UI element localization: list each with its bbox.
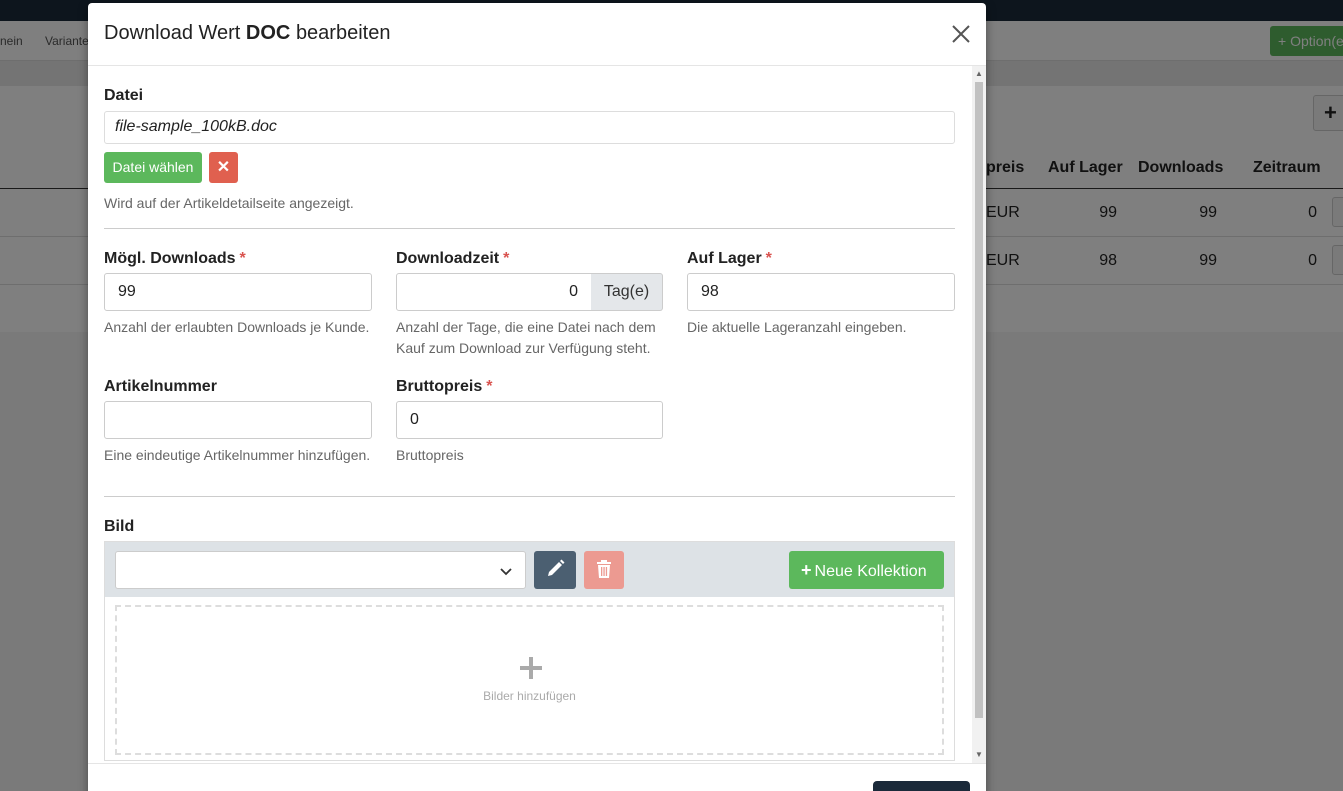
modal-body: Datei file-sample_100kB.doc Datei wählen… bbox=[88, 66, 986, 763]
downloadzeit-help-line1: Anzahl der Tage, die eine Datei nach dem bbox=[396, 319, 656, 335]
download-days-input[interactable] bbox=[396, 273, 592, 311]
edit-collection-button[interactable] bbox=[534, 551, 576, 589]
new-collection-button[interactable]: + Neue Kollektion bbox=[789, 551, 944, 589]
pencil-icon bbox=[548, 559, 565, 576]
bild-label: Bild bbox=[104, 518, 135, 535]
choose-file-button[interactable]: Datei wählen bbox=[104, 152, 202, 183]
scroll-up-arrow[interactable]: ▲ bbox=[975, 70, 983, 78]
image-collection-toolbar: + Neue Kollektion bbox=[105, 542, 954, 597]
required-marker: * bbox=[239, 250, 246, 267]
plus-icon bbox=[520, 657, 542, 679]
modal-title: Download Wert DOC bearbeiten bbox=[104, 22, 390, 45]
artikelnummer-help: Eine eindeutige Artikelnummer hinzufügen… bbox=[104, 447, 371, 463]
edit-download-modal: Download Wert DOC bearbeiten Datei file-… bbox=[88, 3, 986, 791]
collection-select[interactable] bbox=[115, 551, 526, 589]
lager-label: Auf Lager * bbox=[687, 250, 772, 268]
bruttopreis-label-text: Bruttopreis bbox=[396, 378, 483, 395]
required-marker: * bbox=[503, 250, 510, 267]
article-number-input[interactable] bbox=[104, 401, 372, 439]
downloadzeit-label: Downloadzeit * bbox=[396, 250, 509, 268]
downloads-label-text: Mögl. Downloads bbox=[104, 250, 236, 267]
datei-label: Datei bbox=[104, 87, 144, 104]
modal-footer bbox=[88, 763, 986, 791]
modal-title-prefix: Download Wert bbox=[104, 22, 241, 44]
scrollbar-thumb[interactable] bbox=[975, 82, 983, 718]
section-divider bbox=[104, 228, 955, 229]
modal-header: Download Wert DOC bearbeiten bbox=[88, 3, 986, 66]
remove-file-button[interactable]: ✕ bbox=[209, 152, 238, 183]
stock-input[interactable] bbox=[687, 273, 955, 311]
bruttopreis-help: Bruttopreis bbox=[396, 447, 464, 463]
chevron-down-icon bbox=[500, 568, 512, 576]
scroll-down-arrow[interactable]: ▼ bbox=[975, 751, 983, 759]
trash-icon bbox=[597, 560, 611, 578]
image-dropzone[interactable]: Bilder hinzufügen bbox=[115, 605, 944, 755]
days-unit-addon: Tag(e) bbox=[591, 273, 663, 311]
downloads-label: Mögl. Downloads * bbox=[104, 250, 246, 268]
lager-help: Die aktuelle Lageranzahl eingeben. bbox=[687, 319, 907, 335]
plus-icon: + bbox=[801, 560, 812, 580]
new-collection-label: Neue Kollektion bbox=[814, 563, 927, 580]
delete-collection-button[interactable] bbox=[584, 551, 624, 589]
section-divider bbox=[104, 496, 955, 497]
artikelnummer-label: Artikelnummer bbox=[104, 378, 217, 395]
dropzone-label: Bilder hinzufügen bbox=[483, 689, 576, 703]
modal-title-suffix: bearbeiten bbox=[295, 22, 391, 44]
image-collection-box: + Neue Kollektion Bilder hinzufügen bbox=[104, 541, 955, 761]
file-name-display: file-sample_100kB.doc bbox=[104, 111, 955, 144]
modal-title-value: DOC bbox=[245, 22, 291, 44]
bruttopreis-label: Bruttopreis * bbox=[396, 378, 492, 396]
downloads-help: Anzahl der erlaubten Downloads je Kunde. bbox=[104, 319, 370, 335]
datei-help: Wird auf der Artikeldetailseite angezeig… bbox=[104, 195, 354, 211]
downloadzeit-help-line2: Kauf zum Download zur Verfügung steht. bbox=[396, 340, 651, 356]
lager-label-text: Auf Lager bbox=[687, 250, 762, 267]
downloadzeit-label-text: Downloadzeit bbox=[396, 250, 500, 267]
save-button[interactable] bbox=[873, 781, 970, 791]
gross-price-input[interactable] bbox=[396, 401, 663, 439]
close-icon: ✕ bbox=[216, 159, 231, 176]
close-icon bbox=[952, 25, 970, 43]
close-modal-button[interactable] bbox=[950, 23, 972, 45]
modal-scrollbar[interactable]: ▲ ▼ bbox=[972, 66, 986, 763]
required-marker: * bbox=[486, 378, 493, 395]
max-downloads-input[interactable] bbox=[104, 273, 372, 311]
required-marker: * bbox=[765, 250, 772, 267]
